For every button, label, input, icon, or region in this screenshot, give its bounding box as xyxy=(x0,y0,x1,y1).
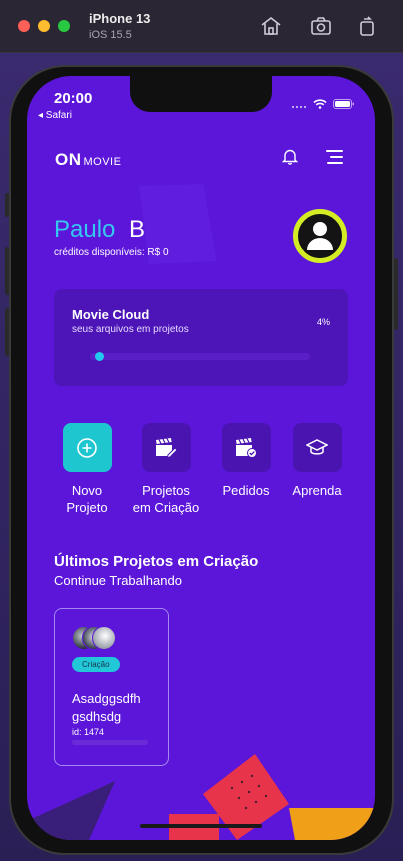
home-icon[interactable] xyxy=(259,14,283,38)
user-first-name: Paulo xyxy=(54,216,116,243)
rotate-icon[interactable] xyxy=(355,14,379,38)
cloud-percent: 4% xyxy=(316,317,330,327)
bell-icon[interactable] xyxy=(281,148,299,170)
user-icon xyxy=(307,222,333,250)
simulator-toolbar: iPhone 13 iOS 15.5 xyxy=(0,0,403,53)
app-screen: 20:00 ◂ Safari ON MOVIE Paulo B créditos… xyxy=(27,76,375,840)
project-name-line-2: gsdhsdg xyxy=(72,709,122,724)
menu-icon[interactable] xyxy=(326,150,344,169)
clapperboard-check-icon xyxy=(221,423,271,472)
device-name: iPhone 13 xyxy=(89,11,151,26)
new-project-action[interactable]: Novo Projeto xyxy=(42,423,132,516)
storage-progress-fill xyxy=(94,352,104,361)
volume-down-button xyxy=(5,308,9,356)
project-name-line-1: Asadggsdfh xyxy=(72,691,141,706)
learn-action[interactable]: Aprenda xyxy=(272,423,362,499)
user-last-name: B xyxy=(129,216,146,243)
wifi-icon xyxy=(313,96,327,114)
learn-label: Aprenda xyxy=(292,483,342,498)
cloud-title: Movie Cloud xyxy=(72,307,150,322)
volume-up-button xyxy=(5,247,9,295)
logo-movie: MOVIE xyxy=(83,156,122,168)
new-project-label-2: Projeto xyxy=(66,500,108,515)
new-project-label-1: Novo xyxy=(71,483,103,498)
storage-progress-track xyxy=(90,352,310,361)
project-card[interactable]: Criação Asadggsdfh gsdhsdg id: 1474 xyxy=(54,608,169,766)
app-logo: ON MOVIE xyxy=(55,150,121,170)
os-version: iOS 15.5 xyxy=(89,29,132,41)
screenshot-icon[interactable] xyxy=(309,14,333,38)
projects-in-creation-action[interactable]: Projetos em Criação xyxy=(121,423,211,516)
status-badge: Criação xyxy=(72,657,120,672)
recent-projects-subtitle: Continue Trabalhando xyxy=(54,573,182,588)
orders-label: Pedidos xyxy=(222,483,270,498)
status-time: 20:00 xyxy=(54,90,93,107)
back-to-safari-link[interactable]: ◂ Safari xyxy=(38,110,72,121)
zoom-window-button[interactable] xyxy=(58,20,70,32)
project-name: Asadggsdfh gsdhsdg xyxy=(72,690,162,726)
credits-label: créditos disponíveis: R$ 0 xyxy=(54,247,169,258)
power-button xyxy=(394,258,398,330)
plus-circle-icon xyxy=(62,423,112,472)
project-progress-bar xyxy=(72,740,148,745)
phone-notch xyxy=(130,76,272,112)
avatar[interactable] xyxy=(293,209,347,263)
status-icons xyxy=(291,96,355,114)
logo-on: ON xyxy=(55,150,82,169)
home-indicator[interactable] xyxy=(140,824,262,828)
signal-icon xyxy=(291,96,307,114)
projects-in-creation-label-2: em Criação xyxy=(132,500,200,515)
movie-cloud-card[interactable]: Movie Cloud seus arquivos em projetos 4% xyxy=(54,289,348,386)
project-thumbnail xyxy=(92,626,116,650)
battery-icon xyxy=(333,96,355,114)
close-window-button[interactable] xyxy=(18,20,30,32)
projects-in-creation-label-1: Projetos xyxy=(142,483,190,498)
cloud-subtitle: seus arquivos em projetos xyxy=(72,324,189,335)
project-id: id: 1474 xyxy=(72,727,105,737)
recent-projects-title: Últimos Projetos em Criação xyxy=(54,553,259,570)
project-thumbnails xyxy=(72,626,124,650)
clapperboard-edit-icon xyxy=(141,423,191,472)
graduation-cap-icon xyxy=(292,423,342,472)
minimize-window-button[interactable] xyxy=(38,20,50,32)
mute-switch xyxy=(5,193,9,217)
